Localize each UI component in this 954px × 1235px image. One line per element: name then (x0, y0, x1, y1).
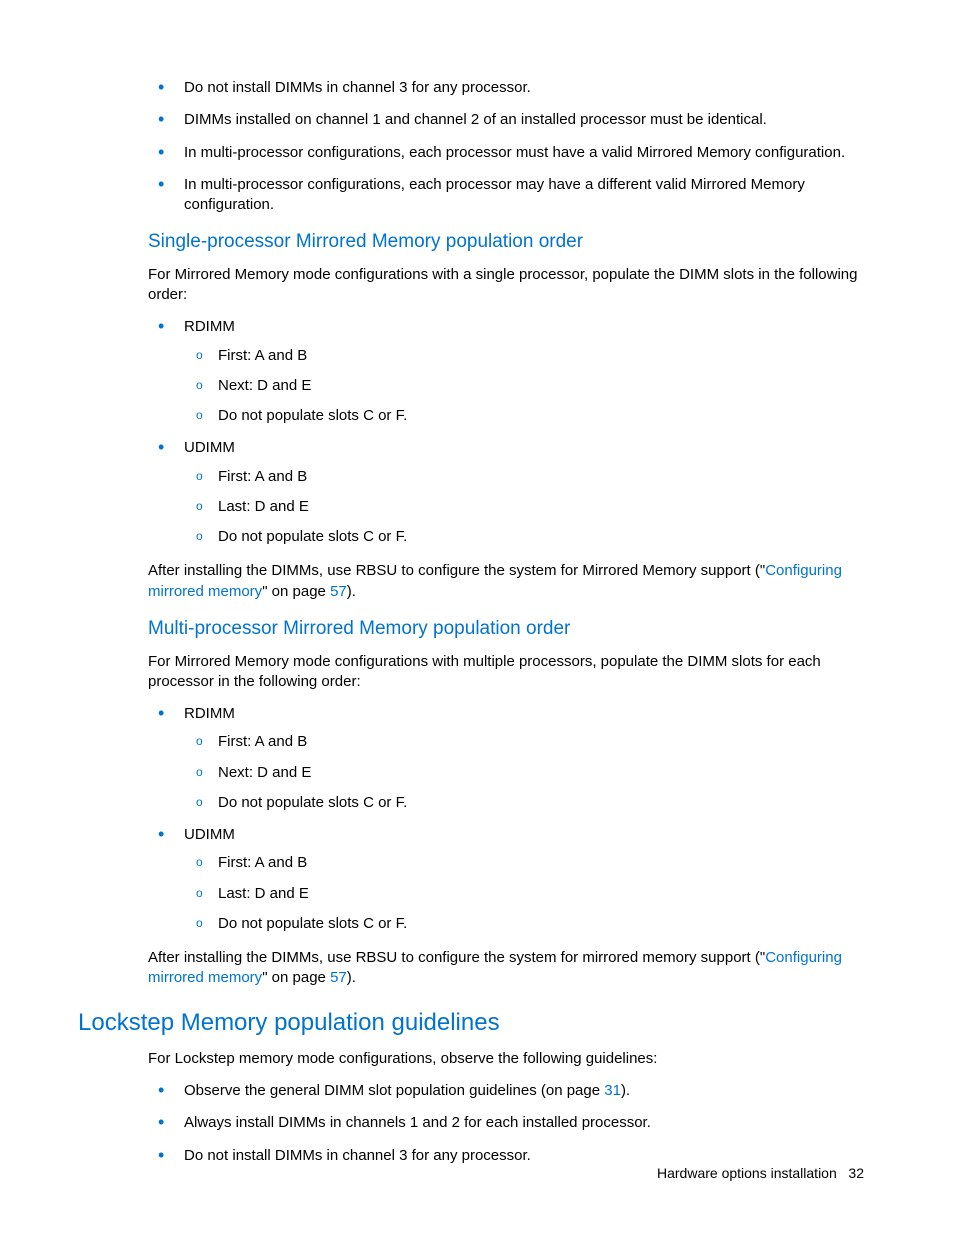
sub-list-item: First: A and B (184, 853, 864, 873)
list-item: In multi-processor configurations, each … (148, 175, 864, 216)
sub-list-item: Do not populate slots C or F. (184, 793, 864, 813)
list-item: Always install DIMMs in channels 1 and 2… (148, 1113, 864, 1133)
list-item: Do not install DIMMs in channel 3 for an… (148, 78, 864, 98)
lockstep-list: Observe the general DIMM slot population… (148, 1081, 864, 1166)
sub-text: First: A and B (218, 854, 307, 871)
list-text-pre: Observe the general DIMM slot population… (184, 1082, 604, 1099)
sub-text: Do not populate slots C or F. (218, 407, 407, 424)
footer-page-number: 32 (848, 1165, 864, 1181)
page-footer: Hardware options installation 32 (657, 1164, 864, 1183)
list-label: RDIMM (184, 318, 235, 335)
intro-paragraph: For Lockstep memory mode configurations,… (148, 1049, 864, 1069)
content-column: Do not install DIMMs in channel 3 for an… (148, 78, 864, 1166)
heading-single-processor: Single-processor Mirrored Memory populat… (148, 229, 864, 255)
single-list: RDIMM First: A and B Next: D and E Do no… (148, 317, 864, 547)
page-ref-link[interactable]: 57 (330, 969, 347, 986)
sub-list: First: A and B Last: D and E Do not popu… (184, 467, 864, 548)
list-text-post: ). (621, 1082, 630, 1099)
sub-list-item: Do not populate slots C or F. (184, 527, 864, 547)
heading-multi-processor: Multi-processor Mirrored Memory populati… (148, 616, 864, 642)
after-post: ). (347, 969, 356, 986)
sub-text: Last: D and E (218, 885, 309, 902)
sub-list: First: A and B Next: D and E Do not popu… (184, 732, 864, 813)
list-text: DIMMs installed on channel 1 and channel… (184, 111, 767, 128)
list-text: Do not install DIMMs in channel 3 for an… (184, 1147, 531, 1164)
list-text: In multi-processor configurations, each … (184, 176, 805, 213)
page-ref-link[interactable]: 31 (604, 1082, 621, 1099)
sub-list-item: Last: D and E (184, 497, 864, 517)
after-mid: " on page (262, 969, 330, 986)
sub-text: Do not populate slots C or F. (218, 794, 407, 811)
multi-list: RDIMM First: A and B Next: D and E Do no… (148, 704, 864, 934)
after-post: ). (347, 583, 356, 600)
after-pre: After installing the DIMMs, use RBSU to … (148, 562, 765, 579)
list-item: Observe the general DIMM slot population… (148, 1081, 864, 1101)
list-label: UDIMM (184, 826, 235, 843)
sub-list-item: Last: D and E (184, 884, 864, 904)
sub-list-item: First: A and B (184, 467, 864, 487)
sub-text: First: A and B (218, 347, 307, 364)
list-item: In multi-processor configurations, each … (148, 143, 864, 163)
sub-list: First: A and B Last: D and E Do not popu… (184, 853, 864, 934)
list-item: UDIMM First: A and B Last: D and E Do no… (148, 825, 864, 934)
sub-list-item: First: A and B (184, 732, 864, 752)
page-ref-link[interactable]: 57 (330, 583, 347, 600)
list-label: RDIMM (184, 705, 235, 722)
after-mid: " on page (262, 583, 330, 600)
list-item: DIMMs installed on channel 1 and channel… (148, 110, 864, 130)
sub-text: Do not populate slots C or F. (218, 528, 407, 545)
sub-list-item: Next: D and E (184, 376, 864, 396)
list-text: Do not install DIMMs in channel 3 for an… (184, 79, 531, 96)
sub-text: Last: D and E (218, 498, 309, 515)
after-pre: After installing the DIMMs, use RBSU to … (148, 949, 765, 966)
footer-section-title: Hardware options installation (657, 1165, 837, 1181)
sub-text: Next: D and E (218, 764, 311, 781)
sub-text: Do not populate slots C or F. (218, 915, 407, 932)
sub-list-item: Next: D and E (184, 763, 864, 783)
sub-text: Next: D and E (218, 377, 311, 394)
list-text: In multi-processor configurations, each … (184, 144, 845, 161)
list-label: UDIMM (184, 439, 235, 456)
guidelines-list: Do not install DIMMs in channel 3 for an… (148, 78, 864, 215)
list-item: UDIMM First: A and B Last: D and E Do no… (148, 438, 864, 547)
sub-list-item: Do not populate slots C or F. (184, 914, 864, 934)
intro-paragraph: For Mirrored Memory mode configurations … (148, 652, 864, 693)
document-page: Do not install DIMMs in channel 3 for an… (0, 0, 954, 1235)
sub-list: First: A and B Next: D and E Do not popu… (184, 346, 864, 427)
list-item: RDIMM First: A and B Next: D and E Do no… (148, 317, 864, 426)
heading-lockstep: Lockstep Memory population guidelines (78, 1007, 864, 1039)
after-paragraph: After installing the DIMMs, use RBSU to … (148, 561, 864, 602)
sub-list-item: First: A and B (184, 346, 864, 366)
after-paragraph: After installing the DIMMs, use RBSU to … (148, 948, 864, 989)
list-item: Do not install DIMMs in channel 3 for an… (148, 1146, 864, 1166)
list-item: RDIMM First: A and B Next: D and E Do no… (148, 704, 864, 813)
list-text: Always install DIMMs in channels 1 and 2… (184, 1114, 651, 1131)
sub-text: First: A and B (218, 733, 307, 750)
sub-list-item: Do not populate slots C or F. (184, 406, 864, 426)
intro-paragraph: For Mirrored Memory mode configurations … (148, 265, 864, 306)
sub-text: First: A and B (218, 468, 307, 485)
